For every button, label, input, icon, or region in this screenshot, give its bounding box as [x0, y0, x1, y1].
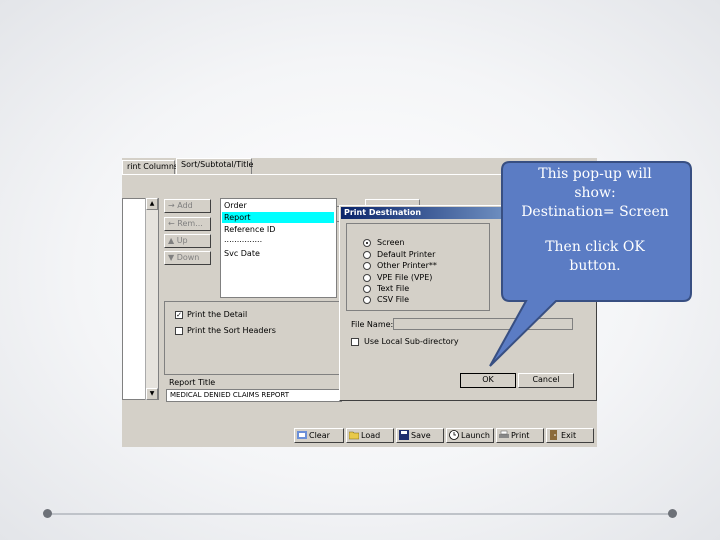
callout-spacer — [504, 222, 686, 238]
callout-text: This pop-up will show: Destination= Scre… — [504, 165, 686, 276]
callout-line-4: Then click OK — [545, 239, 645, 255]
callout-line-2: show: — [574, 185, 616, 201]
callout-line-1: This pop-up will — [538, 166, 652, 182]
callout-line-3: Destination= Screen — [521, 204, 669, 220]
callout-line-5: button. — [569, 258, 621, 274]
